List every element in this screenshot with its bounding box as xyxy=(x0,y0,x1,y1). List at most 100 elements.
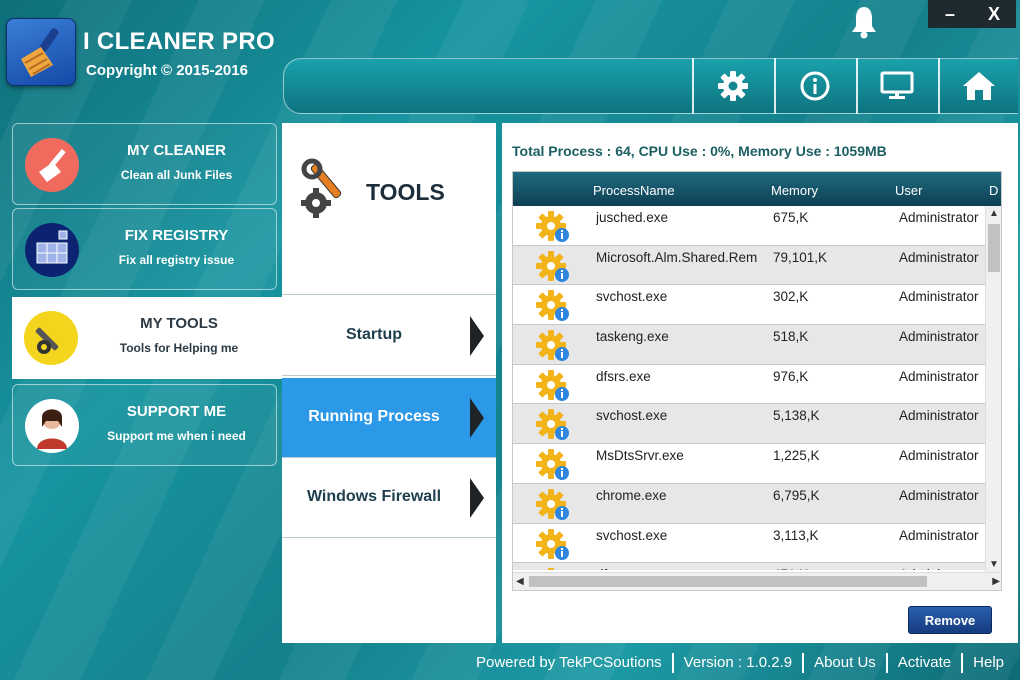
process-memory-cell: 518,K xyxy=(773,329,809,345)
process-memory-cell: 79,101,K xyxy=(773,249,828,265)
process-user-cell: Administrator xyxy=(899,408,979,424)
table-row[interactable]: dfsrs.exe 976,K Administrator xyxy=(513,365,998,405)
process-name-cell: Microsoft.Alm.Shared.Rem xyxy=(596,249,758,265)
menu-title: SUPPORT ME xyxy=(126,403,227,420)
about-button[interactable] xyxy=(774,58,854,114)
column-header-user[interactable]: User xyxy=(895,183,922,198)
column-header-memory[interactable]: Memory xyxy=(771,183,818,198)
grid-rows: jusched.exe 675,K Administrator Microsoft.A… xyxy=(513,206,998,570)
process-gear-info-icon xyxy=(535,528,571,562)
process-gear-info-icon xyxy=(535,488,571,522)
minimize-button[interactable]: – xyxy=(928,0,972,28)
process-user-cell: Administrator xyxy=(899,289,979,305)
settings-button[interactable] xyxy=(692,58,772,114)
process-memory-cell: 3,113,K xyxy=(773,527,819,543)
menu-subtitle: Fix all registry issue xyxy=(118,253,235,267)
table-row[interactable]: svchost.exe 3,113,K Administrator xyxy=(513,524,998,564)
tools-header: TOOLS xyxy=(282,123,496,295)
support-agent-icon xyxy=(25,399,79,453)
process-gear-info-icon xyxy=(535,250,571,284)
scroll-up-icon[interactable]: ▲ xyxy=(989,208,999,219)
process-gear-info-icon xyxy=(535,448,571,482)
broom-icon xyxy=(25,138,79,192)
process-memory-cell: 5,138,K xyxy=(773,408,820,424)
sidebar-item-my-tools[interactable]: MY TOOLS Tools for Helping me xyxy=(12,297,282,379)
tab-label: Windows Firewall xyxy=(306,488,442,505)
home-icon xyxy=(963,72,995,100)
horizontal-scrollbar[interactable]: ◀ ▶ xyxy=(513,572,1001,590)
column-header-processname[interactable]: ProcessName xyxy=(593,183,675,198)
sidebar-item-support-me[interactable]: SUPPORT ME Support me when i need xyxy=(12,384,277,466)
process-gear-info-icon xyxy=(535,289,571,323)
process-gear-info-icon xyxy=(535,369,571,403)
footer-help-link[interactable]: Help xyxy=(963,653,1014,673)
table-row[interactable]: MsDtsSrvr.exe 1,225,K Administrator xyxy=(513,444,998,484)
menu-subtitle: Tools for Helping me xyxy=(119,341,239,355)
footer-version: Version : 1.0.2.9 xyxy=(674,653,805,673)
bell-icon[interactable] xyxy=(849,4,879,40)
footer-powered-by[interactable]: Powered by TekPCSoutions xyxy=(466,653,674,673)
scroll-right-icon[interactable]: ▶ xyxy=(992,576,1000,587)
process-name-cell: svchost.exe xyxy=(596,408,668,424)
table-row[interactable]: Microsoft.Alm.Shared.Rem 79,101,K Administ… xyxy=(513,245,998,286)
sidebar-item-fix-registry[interactable]: FIX REGISTRY Fix all registry issue xyxy=(12,208,277,290)
tab-windows-firewall[interactable]: Windows Firewall xyxy=(282,458,496,538)
process-name-cell: chrome.exe xyxy=(596,487,667,503)
table-row[interactable]: taskeng.exe 518,K Administrator xyxy=(513,325,998,365)
process-gear-info-icon xyxy=(535,408,571,442)
process-memory-cell: 976,K xyxy=(773,368,809,384)
table-row[interactable]: jusched.exe 675,K Administrator xyxy=(513,206,998,246)
tools-panel: TOOLS Startup Running Process Windows Fi… xyxy=(282,123,496,643)
table-row[interactable]: svchost.exe 5,138,K Administrator xyxy=(513,404,998,445)
process-user-cell: Administrator xyxy=(899,249,979,265)
process-name-cell: jusched.exe xyxy=(596,210,669,225)
menu-subtitle: Support me when i need xyxy=(107,429,246,443)
chevron-right-icon xyxy=(470,398,484,438)
sidebar-item-my-cleaner[interactable]: MY CLEANER Clean all Junk Files xyxy=(12,123,277,205)
footer-activate-link[interactable]: Activate xyxy=(888,653,964,673)
chevron-right-icon xyxy=(470,316,484,356)
process-memory-cell: 1,225,K xyxy=(773,448,820,464)
footer-about-link[interactable]: About Us xyxy=(804,653,888,673)
process-name-cell: dfsrs.exe xyxy=(596,368,651,384)
process-name-cell: MsDtsSrvr.exe xyxy=(596,448,684,464)
column-header-d[interactable]: D xyxy=(989,183,998,198)
chevron-right-icon xyxy=(470,478,484,518)
vertical-scrollbar[interactable]: ▲ ▼ xyxy=(985,206,1001,572)
table-row[interactable]: chrome.exe 6,795,K Administrator xyxy=(513,483,998,524)
scroll-down-icon[interactable]: ▼ xyxy=(989,559,999,570)
process-memory-cell: 302,K xyxy=(773,289,809,305)
tools-wrench-gear-icon xyxy=(301,158,342,218)
menu-title: FIX REGISTRY xyxy=(124,227,229,244)
tab-label: Startup xyxy=(346,326,402,343)
process-user-cell: Administrator xyxy=(899,527,979,543)
table-row[interactable]: dfs... 471,K Administrator xyxy=(513,563,998,570)
process-user-cell: Administrator xyxy=(899,487,979,503)
process-user-cell: Administrator xyxy=(899,329,979,345)
process-name-cell: svchost.exe xyxy=(596,527,668,543)
monitor-button[interactable] xyxy=(856,58,936,114)
scroll-thumb[interactable] xyxy=(988,224,1000,272)
monitor-icon xyxy=(880,71,914,99)
process-gear-info-icon xyxy=(535,210,571,244)
home-button[interactable] xyxy=(938,58,1018,114)
process-gear-info-icon xyxy=(535,329,571,363)
close-button[interactable]: X xyxy=(972,0,1016,28)
remove-button[interactable]: Remove xyxy=(908,606,992,634)
tab-running-process[interactable]: Running Process xyxy=(282,378,496,458)
process-user-cell: Administrator xyxy=(899,368,979,384)
tab-startup[interactable]: Startup xyxy=(282,296,496,376)
process-name-cell: dfs... xyxy=(596,567,768,570)
process-user-cell: Administrator xyxy=(899,448,979,464)
app-title: I CLEANER PRO xyxy=(83,28,275,55)
scroll-thumb[interactable] xyxy=(529,576,927,587)
scroll-left-icon[interactable]: ◀ xyxy=(516,576,524,587)
process-user-cell: Administrator xyxy=(899,567,998,570)
process-grid[interactable]: ProcessName Memory User D jusched.exe 675… xyxy=(512,171,1002,591)
process-summary: Total Process : 64, CPU Use : 0%, Memory… xyxy=(512,143,887,159)
grid-header: ProcessName Memory User D xyxy=(513,172,1001,206)
window-controls: – X xyxy=(928,0,1016,28)
wrench-gear-icon xyxy=(24,311,78,365)
process-memory-cell: 675,K xyxy=(773,210,809,225)
table-row[interactable]: svchost.exe 302,K Administrator xyxy=(513,285,998,326)
